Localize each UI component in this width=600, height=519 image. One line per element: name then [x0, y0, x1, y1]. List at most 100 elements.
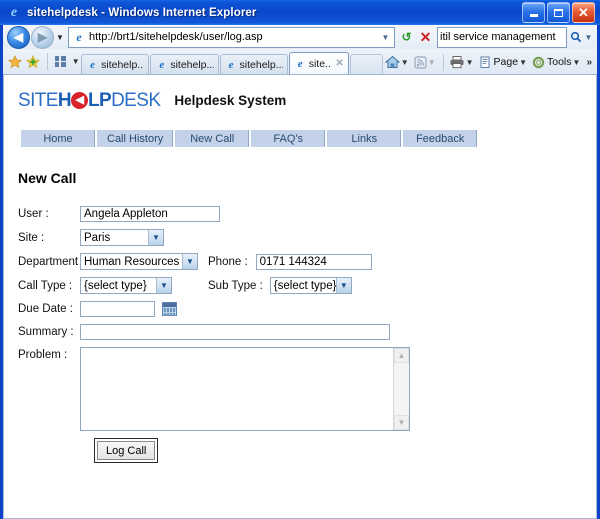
- new-tab-button[interactable]: [349, 54, 383, 74]
- nav-label: FAQ's: [273, 132, 304, 145]
- chevron-down-icon: ▼: [427, 57, 436, 67]
- page-title: New Call: [18, 170, 77, 186]
- nav-label: Call History: [107, 132, 164, 145]
- submit-focus-ring: Log Call: [94, 438, 159, 463]
- problem-textarea-value: [81, 348, 393, 430]
- problem-textarea[interactable]: ▲ ▼: [80, 347, 410, 431]
- quick-tabs-button[interactable]: [51, 53, 69, 71]
- browser-tab[interactable]: e sitehelp...: [81, 54, 150, 74]
- print-icon: [450, 56, 464, 69]
- tab-label: sitehelp...: [239, 58, 283, 71]
- tools-menu-button[interactable]: Tools ▼: [531, 52, 583, 72]
- feeds-icon: [414, 55, 427, 69]
- toolbar-overflow-button[interactable]: »: [586, 57, 592, 68]
- grid-icon: [54, 56, 66, 67]
- ie-logo-icon: e: [10, 4, 18, 20]
- due-date-input[interactable]: [80, 301, 155, 317]
- chevron-down-icon[interactable]: ▼: [379, 33, 392, 42]
- maximize-button[interactable]: [547, 2, 570, 23]
- call-type-select-value: {select type}: [84, 279, 147, 292]
- nav-item-call-history[interactable]: Call History: [96, 129, 175, 148]
- favorites-icon[interactable]: [8, 55, 22, 69]
- feeds-button[interactable]: ▼: [413, 52, 439, 72]
- form-row-department-phone: Department : Human Resources ▼ Phone : 0…: [18, 253, 596, 270]
- chevron-down-icon[interactable]: ▼: [401, 58, 409, 67]
- nav-label: Links: [351, 132, 378, 145]
- chevron-down-icon[interactable]: ▼: [466, 58, 474, 67]
- add-favorites-icon[interactable]: [26, 55, 40, 69]
- address-bar[interactable]: e http://brt1/sitehelpdesk/user/log.asp …: [68, 26, 395, 48]
- chevron-down-icon[interactable]: ▼: [573, 58, 581, 67]
- nav-item-feedback[interactable]: Feedback: [402, 129, 479, 148]
- arrow-left-icon: ◀: [13, 30, 24, 44]
- refresh-button[interactable]: ↺: [397, 28, 416, 47]
- phone-label: Phone :: [208, 255, 248, 268]
- close-icon: ✕: [419, 28, 432, 45]
- scroll-up-icon[interactable]: ▲: [394, 348, 409, 363]
- user-input[interactable]: Angela Appleton: [80, 206, 220, 222]
- tab-favicon-icon: e: [297, 57, 303, 70]
- tab-bar: ▼ e sitehelp... e sitehelp... e sitehelp…: [3, 49, 597, 75]
- nav-item-home[interactable]: Home: [20, 129, 96, 148]
- history-dropdown-button[interactable]: ▼: [54, 33, 66, 42]
- site-select[interactable]: Paris ▼: [80, 229, 164, 246]
- logo-text-h: H: [57, 89, 72, 111]
- search-provider-dropdown[interactable]: ▼: [584, 33, 593, 42]
- department-select-value: Human Resources: [84, 255, 180, 268]
- browser-tab-active[interactable]: e site... ✕: [288, 52, 349, 74]
- scroll-down-icon[interactable]: ▼: [394, 415, 409, 430]
- close-button[interactable]: ✕: [572, 2, 595, 23]
- nav-item-new-call[interactable]: New Call: [174, 129, 251, 148]
- search-input[interactable]: itil service management: [437, 26, 567, 48]
- textarea-scrollbar[interactable]: ▲ ▼: [393, 348, 409, 430]
- page-icon: [480, 56, 490, 68]
- sub-type-select[interactable]: {select type} ▼: [269, 277, 352, 294]
- phone-input-value: 0171 144324: [259, 255, 327, 268]
- back-button[interactable]: ◀: [7, 25, 30, 49]
- tab-label: sitehelp...: [170, 58, 214, 71]
- nav-item-faqs[interactable]: FAQ's: [250, 129, 327, 148]
- search-input-value: itil service management: [440, 31, 556, 43]
- title-bar: e sitehelpdesk - Windows Internet Explor…: [0, 0, 600, 25]
- chevron-down-icon[interactable]: ▼: [519, 58, 527, 67]
- sub-type-label: Sub Type :: [208, 279, 263, 292]
- form-row-problem: Problem : ▲ ▼: [18, 347, 596, 431]
- logo-text-site: SITE: [18, 89, 58, 111]
- chevron-down-icon: ▼: [148, 230, 163, 245]
- form-row-call-type: Call Type : {select type} ▼ Sub Type : {…: [18, 277, 596, 294]
- new-call-form: User : Angela Appleton Site : Paris ▼ De…: [18, 206, 596, 463]
- search-icon: [570, 31, 581, 43]
- user-label: User :: [18, 208, 49, 220]
- tab-favicon-icon: e: [159, 58, 165, 71]
- tab-favicon-icon: e: [90, 58, 96, 71]
- site-content: SITE H ◀ LP DESK Helpdesk System Home Call H…: [4, 75, 596, 463]
- favorites-toolbar: [6, 50, 44, 74]
- log-call-button[interactable]: Log Call: [97, 441, 156, 460]
- summary-input[interactable]: [80, 324, 390, 340]
- minimize-button[interactable]: [522, 2, 545, 23]
- tab-list-button[interactable]: ▼: [70, 57, 81, 66]
- home-icon: [384, 55, 400, 68]
- forward-button[interactable]: ▶: [31, 25, 54, 49]
- calendar-icon[interactable]: [162, 302, 177, 316]
- site-nav: Home Call History New Call FAQ's Links F…: [18, 129, 596, 148]
- print-button[interactable]: ▼: [448, 52, 477, 72]
- search-button[interactable]: [567, 31, 584, 43]
- page-viewport: SITE H ◀ LP DESK Helpdesk System Home Call H…: [3, 75, 597, 519]
- form-row-submit: Log Call: [94, 438, 596, 463]
- call-type-select[interactable]: {select type} ▼: [80, 277, 172, 294]
- browser-tab[interactable]: e sitehelp...: [219, 54, 288, 74]
- tab-close-icon[interactable]: ✕: [335, 58, 343, 69]
- stop-button[interactable]: ✕: [416, 28, 435, 47]
- browser-tab[interactable]: e sitehelp...: [150, 54, 219, 74]
- department-select[interactable]: Human Resources ▼: [80, 253, 198, 270]
- browser-chrome: ◀ ▶ ▼ e http://brt1/sitehelpdesk/user/lo…: [0, 25, 600, 519]
- form-row-user: User : Angela Appleton: [18, 206, 596, 222]
- page-menu-label: Page: [493, 56, 519, 68]
- phone-input[interactable]: 0171 144324: [255, 253, 372, 270]
- toolbar-divider: [442, 53, 444, 71]
- nav-item-links[interactable]: Links: [326, 129, 403, 148]
- home-button[interactable]: ▼: [384, 52, 412, 72]
- page-menu-button[interactable]: Page ▼: [478, 52, 530, 72]
- tab-label: site...: [308, 57, 333, 70]
